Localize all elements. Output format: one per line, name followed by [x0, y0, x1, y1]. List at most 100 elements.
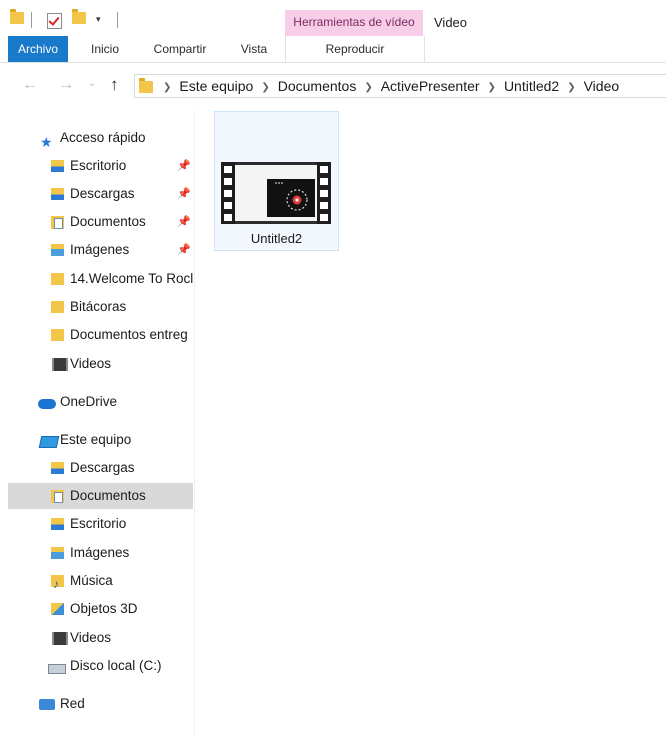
context-tab-group-label: Herramientas de vídeo: [293, 15, 415, 29]
cloud-icon: [38, 399, 56, 409]
desktop-folder-icon: [51, 160, 64, 172]
tab-compartir[interactable]: Compartir: [146, 36, 214, 62]
toolbar-divider: [31, 12, 32, 28]
pictures-folder-icon: [51, 547, 64, 559]
star-icon: ★: [40, 134, 53, 150]
window-title: Video: [434, 15, 468, 30]
recent-locations-chevron-down-icon[interactable]: ⌄: [88, 78, 96, 89]
video-file-thumbnail-icon: [221, 162, 331, 224]
navigation-bar: ← → ⌄ ↑ ❯ Este equipo ❯ Documentos ❯ ActivePr…: [0, 70, 666, 100]
address-bar[interactable]: ❯ Este equipo ❯ Documentos ❯ ActivePresenter ❯…: [134, 74, 666, 98]
music-folder-icon: [51, 571, 64, 594]
pin-icon[interactable]: 📌: [177, 237, 191, 263]
nav-item-pc-videos[interactable]: Videos: [0, 625, 194, 651]
folder-icon: [139, 78, 153, 93]
nav-item-pc-objetos-3d[interactable]: Objetos 3D: [0, 596, 194, 622]
toolbar-divider: [117, 12, 118, 28]
videos-folder-icon: [52, 358, 68, 371]
nav-item-bitacoras[interactable]: Bitácoras: [0, 294, 194, 320]
nav-item-label: Acceso rápido: [60, 130, 146, 145]
folder-icon: [51, 301, 64, 313]
chevron-right-icon[interactable]: ❯: [364, 82, 372, 93]
chevron-right-icon[interactable]: ❯: [567, 82, 575, 93]
file-item-untitled2[interactable]: Untitled2: [214, 111, 339, 251]
breadcrumb: ❯ Este equipo ❯ Documentos ❯ ActivePresenter ❯…: [163, 78, 619, 94]
nav-item-label: Descargas: [70, 460, 135, 475]
nav-item-pc-musica[interactable]: Música: [0, 568, 194, 594]
nav-item-pc-descargas[interactable]: Descargas: [0, 455, 194, 481]
nav-item-imagenes[interactable]: Imágenes 📌: [0, 237, 194, 263]
nav-item-label: Videos: [70, 630, 112, 645]
folder-icon: [51, 273, 64, 285]
nav-item-este-equipo[interactable]: Este equipo: [0, 427, 194, 453]
navigation-pane: ★ Acceso rápido Escritorio 📌 Descargas 📌…: [0, 110, 195, 734]
nav-item-label: Imágenes: [70, 545, 130, 560]
nav-item-pc-documentos[interactable]: Documentos: [8, 483, 193, 509]
nav-item-pc-disco-local[interactable]: Disco local (C:): [0, 653, 194, 679]
pin-icon[interactable]: 📌: [177, 153, 191, 179]
up-arrow-icon[interactable]: ↑: [110, 75, 119, 95]
local-disk-icon: [48, 664, 66, 674]
computer-icon: [38, 436, 60, 448]
downloads-folder-icon: [51, 462, 64, 474]
nav-item-label: 14.Welcome To Rocl: [70, 271, 194, 286]
nav-item-label: Videos: [70, 356, 112, 371]
breadcrumb-documentos[interactable]: Documentos: [278, 78, 357, 94]
nav-item-escritorio[interactable]: Escritorio 📌: [0, 153, 194, 179]
ribbon-tabs: Archivo Inicio Compartir Vista Reproduci…: [0, 36, 666, 63]
nav-item-label: Este equipo: [60, 432, 132, 447]
nav-item-label: Bitácoras: [70, 299, 127, 314]
documents-folder-icon: [51, 490, 64, 503]
network-icon: [39, 699, 55, 710]
chevron-right-icon[interactable]: ❯: [488, 82, 496, 93]
pin-icon[interactable]: 📌: [177, 209, 191, 235]
breadcrumb-untitled2[interactable]: Untitled2: [504, 78, 559, 94]
tab-reproducir[interactable]: Reproducir: [285, 36, 425, 62]
folder-icon: [10, 9, 24, 24]
breadcrumb-activepresenter[interactable]: ActivePresenter: [381, 78, 480, 94]
nav-item-label: Disco local (C:): [70, 658, 162, 673]
nav-item-label: Música: [70, 573, 113, 588]
customize-toolbar-chevron-down-icon[interactable]: ▾: [96, 14, 101, 25]
chevron-right-icon[interactable]: ❯: [261, 82, 269, 93]
tab-vista[interactable]: Vista: [232, 36, 276, 62]
nav-item-acceso-rapido[interactable]: ★ Acceso rápido: [0, 125, 194, 151]
videos-folder-icon: [52, 632, 68, 645]
tab-archivo[interactable]: Archivo: [8, 36, 68, 62]
new-folder-icon[interactable]: [72, 9, 86, 24]
nav-item-14-welcome-to-rock[interactable]: 14.Welcome To Rocl: [0, 266, 194, 292]
nav-item-label: Imágenes: [70, 242, 130, 257]
nav-item-label: Documentos: [70, 488, 146, 503]
nav-item-label: Red: [60, 696, 85, 711]
nav-item-label: Descargas: [70, 186, 135, 201]
nav-item-label: Escritorio: [70, 158, 127, 173]
nav-item-onedrive[interactable]: OneDrive: [0, 389, 194, 415]
nav-item-red[interactable]: Red: [0, 691, 194, 717]
documents-folder-icon: [51, 216, 64, 229]
file-item-label: Untitled2: [250, 231, 303, 246]
nav-item-label: OneDrive: [60, 394, 118, 409]
desktop-folder-icon: [51, 518, 64, 530]
nav-item-label: Documentos entreg: [70, 327, 188, 342]
nav-item-pc-imagenes[interactable]: Imágenes: [0, 540, 194, 566]
breadcrumb-video[interactable]: Video: [584, 78, 620, 94]
nav-item-label: Escritorio: [70, 516, 127, 531]
breadcrumb-este-equipo[interactable]: Este equipo: [179, 78, 253, 94]
folder-icon: [51, 329, 64, 341]
nav-item-label: Objetos 3D: [70, 601, 138, 616]
pictures-folder-icon: [51, 244, 64, 256]
properties-check-icon[interactable]: [47, 13, 62, 29]
back-arrow-icon[interactable]: ←: [22, 76, 38, 94]
forward-arrow-icon[interactable]: →: [58, 76, 74, 94]
downloads-folder-icon: [51, 188, 64, 200]
pin-icon[interactable]: 📌: [177, 181, 191, 207]
nav-item-pc-escritorio[interactable]: Escritorio: [0, 511, 194, 537]
chevron-right-icon: ❯: [163, 82, 172, 93]
tab-inicio[interactable]: Inicio: [82, 36, 128, 62]
nav-item-documentos[interactable]: Documentos 📌: [0, 209, 194, 235]
3d-objects-folder-icon: [51, 603, 64, 615]
nav-item-videos[interactable]: Videos: [0, 351, 194, 377]
nav-item-label: Documentos: [70, 214, 146, 229]
nav-item-documentos-entregados[interactable]: Documentos entreg: [0, 322, 194, 348]
nav-item-descargas[interactable]: Descargas 📌: [0, 181, 194, 207]
